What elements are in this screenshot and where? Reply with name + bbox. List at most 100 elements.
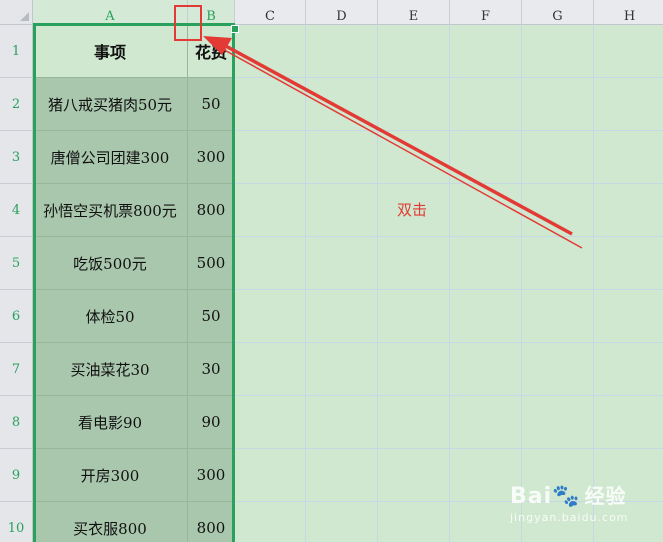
- cell-cost[interactable]: 800: [188, 502, 235, 542]
- cell-empty[interactable]: [594, 25, 663, 78]
- cell-cost[interactable]: 50: [188, 78, 235, 131]
- cell-empty[interactable]: [594, 502, 663, 542]
- cell-cost[interactable]: 花费: [188, 25, 235, 78]
- column-header-d[interactable]: D: [306, 0, 378, 25]
- cell-cost[interactable]: 300: [188, 131, 235, 184]
- cell-empty[interactable]: [306, 343, 378, 396]
- cell-empty[interactable]: [594, 237, 663, 290]
- cell-empty[interactable]: [306, 131, 378, 184]
- column-header-e[interactable]: E: [378, 0, 450, 25]
- cell-empty[interactable]: [522, 25, 594, 78]
- cell-item[interactable]: 唐僧公司团建300: [33, 131, 188, 184]
- cell-cost[interactable]: 30: [188, 343, 235, 396]
- cell-empty[interactable]: [450, 449, 522, 502]
- cell-empty[interactable]: [235, 78, 306, 131]
- column-header-h[interactable]: H: [594, 0, 663, 25]
- cell-empty[interactable]: [450, 343, 522, 396]
- cell-empty[interactable]: [306, 396, 378, 449]
- cell-empty[interactable]: [378, 25, 450, 78]
- cell-empty[interactable]: [378, 449, 450, 502]
- row-header[interactable]: 7: [0, 343, 33, 396]
- cell-empty[interactable]: [594, 290, 663, 343]
- cell-empty[interactable]: [522, 502, 594, 542]
- column-header-f[interactable]: F: [450, 0, 522, 25]
- cell-empty[interactable]: [594, 78, 663, 131]
- select-all-corner[interactable]: [0, 0, 33, 25]
- cell-cost[interactable]: 500: [188, 237, 235, 290]
- cell-empty[interactable]: [235, 184, 306, 237]
- cell-empty[interactable]: [450, 396, 522, 449]
- cell-item[interactable]: 买衣服800: [33, 502, 188, 542]
- cell-empty[interactable]: [450, 290, 522, 343]
- column-header-b[interactable]: B: [188, 0, 235, 25]
- cell-empty[interactable]: [378, 396, 450, 449]
- cell-empty[interactable]: [378, 343, 450, 396]
- column-header-a[interactable]: A: [33, 0, 188, 25]
- cell-empty[interactable]: [306, 290, 378, 343]
- cell-empty[interactable]: [306, 184, 378, 237]
- cell-empty[interactable]: [378, 290, 450, 343]
- cell-item[interactable]: 开房300: [33, 449, 188, 502]
- cell-item[interactable]: 孙悟空买机票800元: [33, 184, 188, 237]
- cell-empty[interactable]: [378, 131, 450, 184]
- row-header[interactable]: 5: [0, 237, 33, 290]
- cell-empty[interactable]: [522, 78, 594, 131]
- cell-item[interactable]: 吃饭500元: [33, 237, 188, 290]
- row-header[interactable]: 1: [0, 25, 33, 78]
- cell-empty[interactable]: [235, 502, 306, 542]
- cell-empty[interactable]: [522, 131, 594, 184]
- row-header[interactable]: 3: [0, 131, 33, 184]
- row-header[interactable]: 9: [0, 449, 33, 502]
- cell-empty[interactable]: [594, 396, 663, 449]
- cell-empty[interactable]: [306, 25, 378, 78]
- cell-empty[interactable]: [306, 502, 378, 542]
- cell-cost[interactable]: 300: [188, 449, 235, 502]
- cell-empty[interactable]: [235, 449, 306, 502]
- row-header[interactable]: 8: [0, 396, 33, 449]
- cell-empty[interactable]: [235, 290, 306, 343]
- cell-empty[interactable]: [594, 184, 663, 237]
- cell-empty[interactable]: [522, 290, 594, 343]
- cell-empty[interactable]: [235, 25, 306, 78]
- cell-empty[interactable]: [378, 237, 450, 290]
- cell-empty[interactable]: [522, 184, 594, 237]
- row-header[interactable]: 4: [0, 184, 33, 237]
- cell-empty[interactable]: [450, 502, 522, 542]
- cell-cost[interactable]: 800: [188, 184, 235, 237]
- fill-handle[interactable]: [231, 25, 239, 33]
- cell-empty[interactable]: [306, 449, 378, 502]
- row-header[interactable]: 2: [0, 78, 33, 131]
- annotation-label-double-click: 双击: [397, 201, 428, 219]
- cell-empty[interactable]: [235, 237, 306, 290]
- cell-empty[interactable]: [450, 237, 522, 290]
- cell-item[interactable]: 事项: [33, 25, 188, 78]
- cell-cost[interactable]: 90: [188, 396, 235, 449]
- row-header[interactable]: 10: [0, 502, 33, 542]
- cell-empty[interactable]: [378, 78, 450, 131]
- cell-empty[interactable]: [594, 449, 663, 502]
- cell-empty[interactable]: [235, 131, 306, 184]
- cell-cost[interactable]: 50: [188, 290, 235, 343]
- cell-empty[interactable]: [522, 449, 594, 502]
- column-header-g[interactable]: G: [522, 0, 594, 25]
- cell-item[interactable]: 买油菜花30: [33, 343, 188, 396]
- cell-empty[interactable]: [594, 131, 663, 184]
- cell-empty[interactable]: [450, 25, 522, 78]
- cell-empty[interactable]: [235, 396, 306, 449]
- cell-empty[interactable]: [450, 184, 522, 237]
- cell-empty[interactable]: [450, 131, 522, 184]
- cell-empty[interactable]: [306, 237, 378, 290]
- cell-empty[interactable]: [522, 343, 594, 396]
- cell-item[interactable]: 猪八戒买猪肉50元: [33, 78, 188, 131]
- cell-empty[interactable]: [450, 78, 522, 131]
- cell-empty[interactable]: [522, 396, 594, 449]
- row-header[interactable]: 6: [0, 290, 33, 343]
- column-header-c[interactable]: C: [235, 0, 306, 25]
- cell-item[interactable]: 体检50: [33, 290, 188, 343]
- cell-empty[interactable]: [306, 78, 378, 131]
- cell-empty[interactable]: [235, 343, 306, 396]
- cell-empty[interactable]: [522, 237, 594, 290]
- cell-empty[interactable]: [594, 343, 663, 396]
- cell-empty[interactable]: [378, 502, 450, 542]
- cell-item[interactable]: 看电影90: [33, 396, 188, 449]
